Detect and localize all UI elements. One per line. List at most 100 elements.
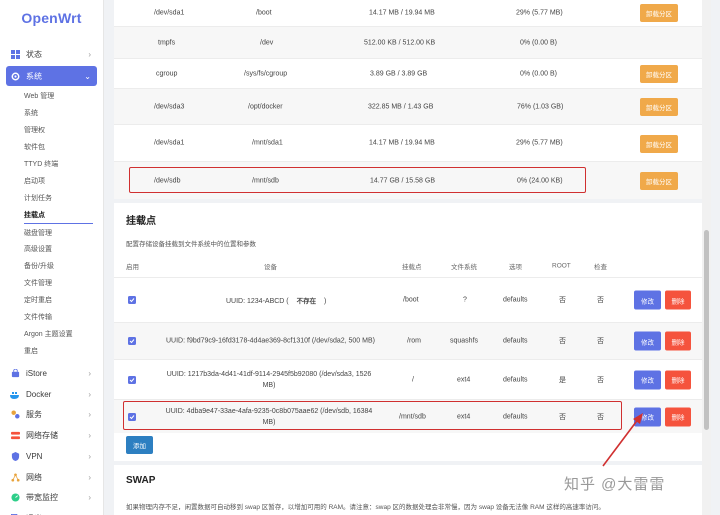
sidebar: OpenWrt 状态 › 系统 ⌄ Web 管理 系统 管理权 软件包 TTYD…: [0, 0, 104, 515]
device-text-end: ): [324, 298, 327, 305]
mountpoint-cell: /rom: [407, 337, 421, 345]
scrollbar[interactable]: [702, 0, 711, 515]
sidebar-item-logout[interactable]: 退出: [6, 508, 97, 515]
used-cell: 14.17 MB / 19.94 MB: [369, 9, 435, 17]
sidebar-sub-ttyd[interactable]: TTYD 终端: [0, 156, 103, 173]
mountpoint-cell: /boot: [403, 296, 419, 304]
sidebar-sub-system[interactable]: 系统: [0, 105, 103, 122]
sidebar-item-label: 带宽监控: [26, 493, 58, 503]
vpn-icon: [10, 451, 20, 461]
chevron-right-icon: ›: [88, 451, 91, 461]
mount-cell: /mnt/sda1: [252, 139, 283, 147]
sidebar-sub-advanced[interactable]: 高级设置: [0, 241, 103, 258]
sidebar-sub-mountpoints[interactable]: 挂载点: [0, 206, 103, 223]
table-row: UUID: 1217b3da-4d41-41df-9114-2945f5b920…: [114, 359, 711, 399]
col-filesystem: 文件系统: [451, 264, 477, 271]
sidebar-sub-disk[interactable]: 磁盘管理: [0, 224, 103, 241]
sidebar-item-istore[interactable]: iStore ›: [6, 363, 97, 384]
device-cell: UUID: 1234-ABCD ( 不存在 ): [226, 295, 326, 305]
col-check: 检查: [594, 264, 607, 271]
unmount-button[interactable]: 卸载分区: [640, 135, 678, 153]
check-icon: [129, 298, 135, 303]
add-mountpoint-button[interactable]: 添加: [126, 436, 153, 454]
openwrt-logo[interactable]: OpenWrt: [0, 0, 103, 36]
highlight-box: [123, 401, 622, 430]
sidebar-item-docker[interactable]: Docker ›: [6, 384, 97, 405]
delete-button[interactable]: 删除: [665, 370, 691, 389]
sidebar-item-services[interactable]: 服务 ›: [6, 405, 97, 426]
sidebar-sub-crontab[interactable]: 计划任务: [0, 189, 103, 206]
sidebar-sub-reboot-schedule[interactable]: 定时重启: [0, 292, 103, 309]
unmount-button[interactable]: 卸载分区: [640, 4, 678, 22]
enable-checkbox[interactable]: [128, 296, 136, 304]
sidebar-item-label: 状态: [26, 49, 42, 59]
edit-button[interactable]: 修改: [634, 370, 661, 389]
used-cell: 512.00 KB / 512.00 KB: [364, 39, 436, 46]
mount-cell: /dev: [260, 39, 274, 46]
services-icon: [10, 410, 20, 420]
grid-icon: [10, 49, 20, 59]
edit-button[interactable]: 修改: [634, 290, 661, 310]
delete-button[interactable]: 删除: [665, 331, 691, 351]
edit-button[interactable]: 修改: [634, 331, 661, 351]
filesystem-cell: ext4: [457, 376, 471, 383]
sidebar-item-network-storage[interactable]: 网络存储 ›: [6, 425, 97, 446]
chevron-down-icon: ⌄: [84, 71, 91, 81]
sidebar-item-label: VPN: [26, 451, 43, 461]
device-text-wrap: MB): [262, 381, 276, 389]
table-row: cgroup /sys/fs/cgroup 3.89 GB / 3.89 GB …: [114, 59, 711, 89]
swap-title: SWAP: [126, 475, 156, 486]
sidebar-item-label: iStore: [26, 369, 47, 379]
unmount-button[interactable]: 卸载分区: [640, 98, 678, 116]
sidebar-item-network[interactable]: 网络 ›: [6, 467, 97, 488]
fs-cell: cgroup: [156, 70, 178, 77]
used-cell: 14.17 MB / 19.94 MB: [369, 139, 435, 147]
device-cell: UUID: 1217b3da-4d41-41df-9114-2945f5b920…: [154, 369, 384, 391]
chevron-right-icon: ›: [88, 431, 91, 441]
check-icon: [129, 339, 135, 344]
unmount-button[interactable]: 卸载分区: [640, 172, 678, 190]
sidebar-sub-filetransfer[interactable]: 文件传输: [0, 309, 103, 326]
sidebar-item-system[interactable]: 系统 ⌄: [6, 66, 97, 86]
options-cell: defaults: [503, 296, 528, 304]
root-cell: 否: [559, 338, 566, 345]
delete-button[interactable]: 删除: [665, 407, 691, 426]
root-cell: 否: [559, 297, 566, 304]
fs-cell: /dev/sda3: [154, 103, 185, 110]
root-cell: 是: [559, 376, 566, 384]
check-icon: [129, 377, 135, 382]
chevron-right-icon: ›: [88, 472, 91, 482]
gear-icon: [10, 71, 20, 81]
sidebar-item-label: 网络: [26, 472, 42, 482]
enable-checkbox[interactable]: [128, 375, 136, 384]
sidebar-sub-argon[interactable]: Argon 主题设置: [0, 325, 103, 342]
table-row: /dev/sda1 /boot 14.17 MB / 19.94 MB 29% …: [114, 0, 711, 27]
sidebar-item-status[interactable]: 状态 ›: [6, 44, 97, 64]
enable-checkbox[interactable]: [128, 337, 136, 345]
sidebar-sub-admin[interactable]: 管理权: [0, 122, 103, 139]
storage-icon: [10, 431, 20, 441]
sidebar-sub-backup[interactable]: 备份/升级: [0, 258, 103, 275]
sidebar-item-vpn[interactable]: VPN ›: [6, 446, 97, 467]
unmount-button[interactable]: 卸载分区: [640, 65, 678, 83]
annotation-arrow-icon: [602, 413, 643, 467]
sidebar-sub-filemanager[interactable]: 文件管理: [0, 275, 103, 292]
section-description: 配置存储设备挂载到文件系统中的位置和参数: [126, 241, 256, 248]
col-options: 选项: [509, 264, 522, 271]
scrollbar-thumb[interactable]: [704, 230, 709, 430]
sidebar-sub-reboot[interactable]: 重启: [0, 342, 103, 359]
device-text: UUID: 1234-ABCD (: [226, 298, 289, 305]
sidebar-item-bandwidth[interactable]: 带宽监控 ›: [6, 487, 97, 508]
sidebar-sub-startup[interactable]: 启动项: [0, 172, 103, 189]
sidebar-sub-web-admin[interactable]: Web 管理: [0, 88, 103, 105]
sidebar-sub-packages[interactable]: 软件包: [0, 139, 103, 156]
bandwidth-icon: [10, 493, 20, 503]
highlight-box: [129, 167, 586, 193]
sidebar-item-label: Docker: [26, 389, 52, 399]
mount-cell: /opt/docker: [248, 103, 283, 110]
check-cell: 否: [597, 376, 604, 384]
options-cell: defaults: [503, 376, 528, 383]
delete-button[interactable]: 删除: [665, 290, 691, 310]
mounted-fs-card: /dev/sda1 /boot 14.17 MB / 19.94 MB 29% …: [114, 0, 711, 199]
section-title: 挂载点: [126, 216, 156, 227]
